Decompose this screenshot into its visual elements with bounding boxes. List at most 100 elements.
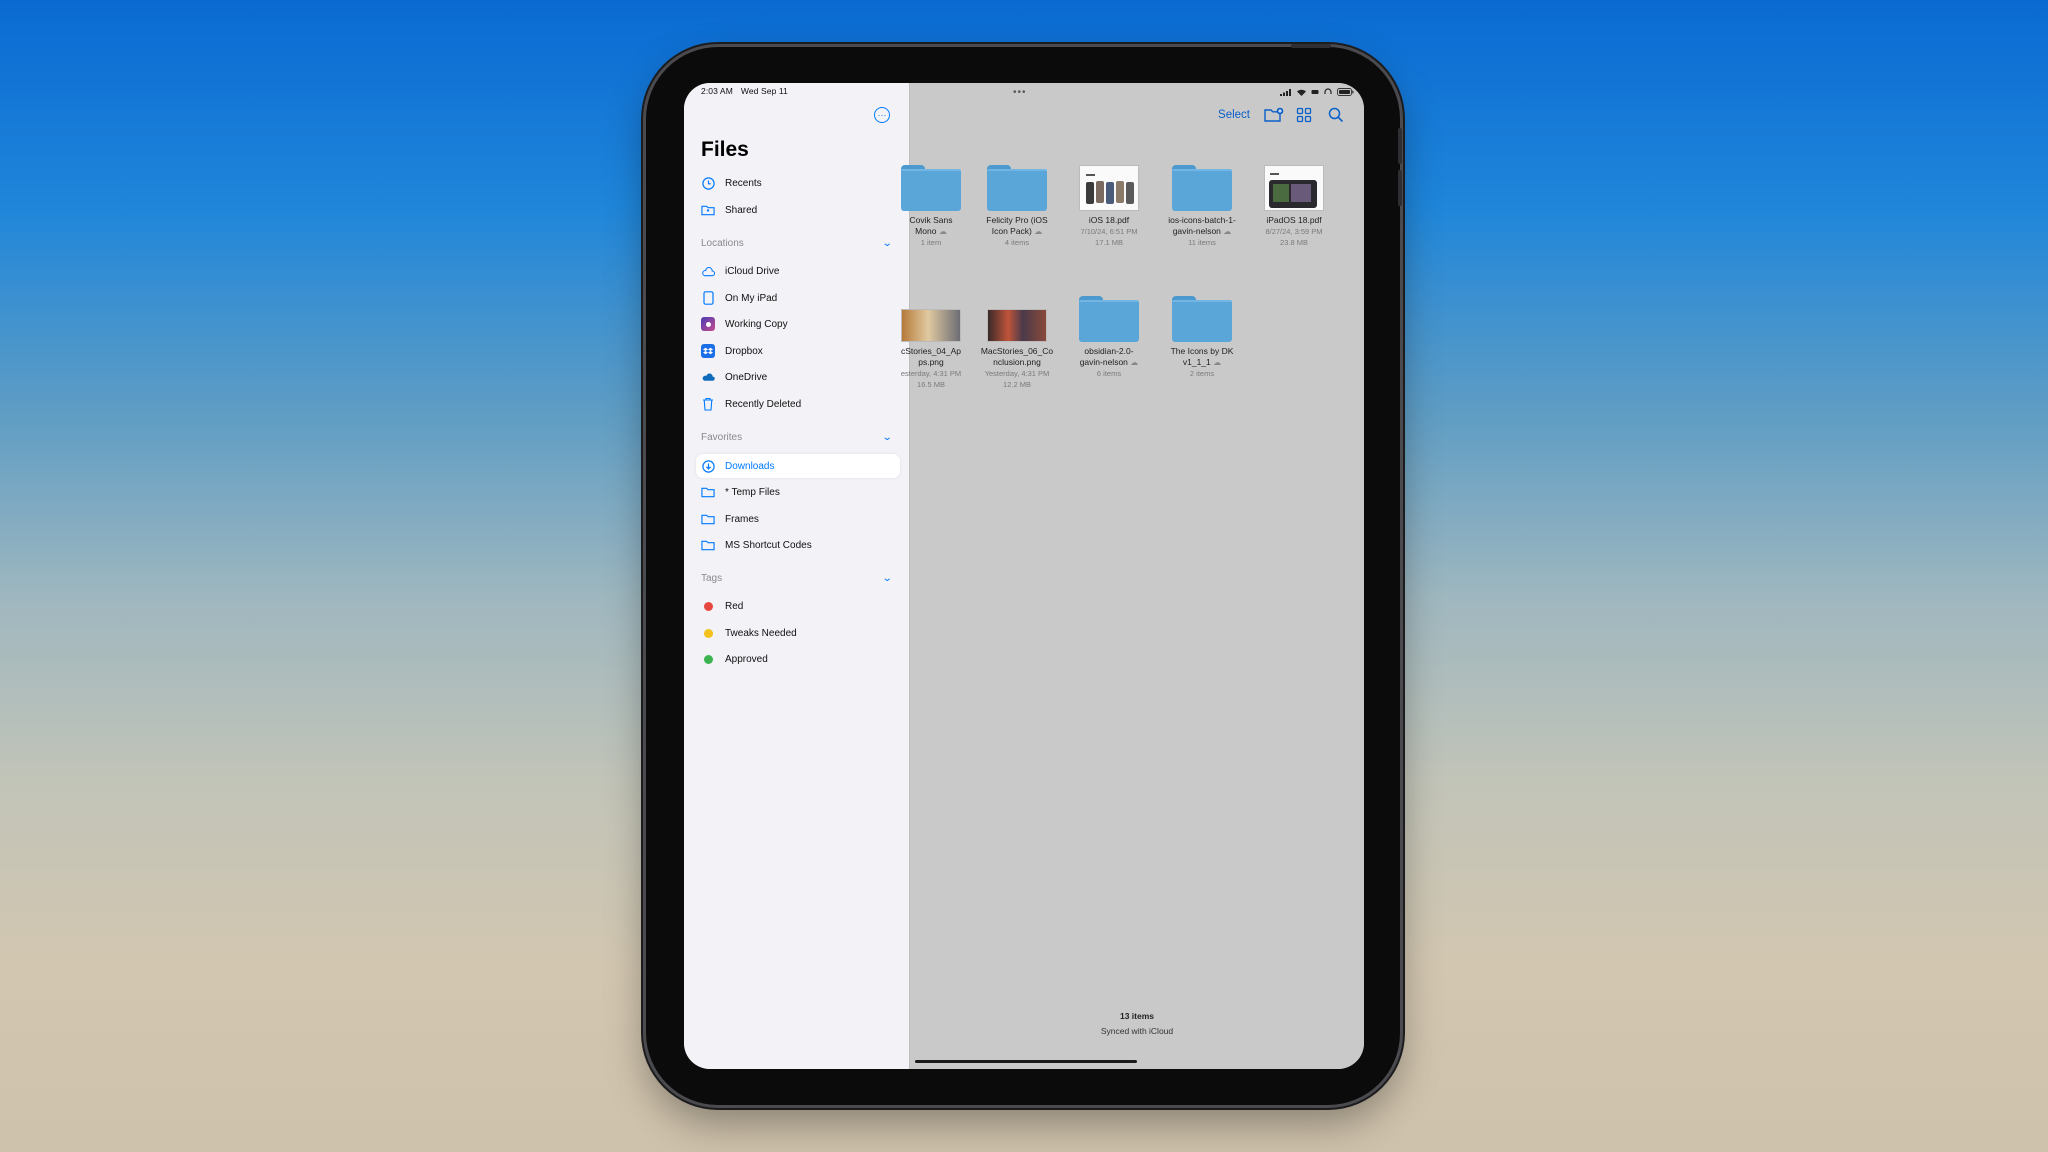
item-meta: 7/10/24, 6:51 PM bbox=[1080, 227, 1138, 236]
item-name-line: Mono bbox=[915, 226, 937, 236]
grid-item-macstories-06-conclusion[interactable]: MacStories_06_Co nclusion.png Yesterday, … bbox=[976, 296, 1058, 390]
grid-view-icon[interactable] bbox=[1296, 107, 1314, 123]
sidebar-item-tag-approved[interactable]: Approved bbox=[701, 648, 896, 670]
headphones-icon bbox=[1324, 88, 1332, 94]
cloud-icon bbox=[701, 264, 715, 278]
sidebar-item-frames[interactable]: Frames bbox=[701, 508, 896, 530]
item-name: Felicity Pro (iOS Icon Pack) ☁ bbox=[976, 215, 1058, 237]
cloud-download-icon: ☁ bbox=[1130, 358, 1139, 367]
sidebar-item-tag-tweaks-needed[interactable]: Tweaks Needed bbox=[701, 622, 896, 644]
sidebar-item-label: iCloud Drive bbox=[725, 265, 780, 277]
tag-dot-container bbox=[701, 599, 715, 613]
sidebar-item-shared[interactable]: Shared bbox=[701, 199, 896, 221]
item-name: iPadOS 18.pdf bbox=[1266, 215, 1322, 225]
item-meta: 11 items bbox=[1188, 238, 1216, 247]
item-name-line: obsidian-2.0- bbox=[1084, 346, 1134, 356]
item-name-line: nclusion.png bbox=[993, 357, 1041, 367]
folder-icon bbox=[701, 485, 715, 499]
search-icon[interactable] bbox=[1328, 107, 1346, 123]
grid-item-obsidian[interactable]: obsidian-2.0- gavin-nelson ☁ 6 items bbox=[1068, 296, 1150, 379]
more-options-button[interactable]: ··· bbox=[874, 107, 890, 123]
sidebar-item-label: On My iPad bbox=[725, 292, 778, 304]
grid-item-covik-sans-mono[interactable]: Covik Sans Mono ☁ 1 item bbox=[890, 165, 972, 248]
item-name-line: Felicity Pro (iOS bbox=[986, 215, 1048, 225]
yellow-tag-icon bbox=[703, 628, 713, 638]
grid-item-ipados-18-pdf[interactable]: iPadOS 18.pdf 8/27/24, 3:59 PM 23.8 MB bbox=[1253, 165, 1335, 248]
sidebar-item-onedrive[interactable]: OneDrive bbox=[701, 366, 896, 388]
sidebar-item-icloud-drive[interactable]: iCloud Drive bbox=[701, 260, 896, 282]
item-name: Covik Sans Mono ☁ bbox=[890, 215, 972, 237]
grid-item-the-icons-by-dk[interactable]: The Icons by DK v1_1_1 ☁ 2 items bbox=[1161, 296, 1243, 379]
sidebar-item-on-my-ipad[interactable]: On My iPad bbox=[701, 287, 896, 309]
sidebar-item-label: MS Shortcut Codes bbox=[725, 539, 812, 551]
item-count: 13 items bbox=[1119, 1011, 1155, 1021]
sidebar-item-label: Approved bbox=[725, 653, 768, 665]
tag-dot-container bbox=[701, 652, 715, 666]
item-name-line: Covik Sans bbox=[909, 215, 953, 225]
sidebar-item-recently-deleted[interactable]: Recently Deleted bbox=[701, 393, 896, 415]
status-date: Wed Sep 11 bbox=[740, 86, 788, 96]
sidebar-item-label: * Temp Files bbox=[725, 486, 780, 498]
grid-item-macstories-04-apps[interactable]: cStories_04_Ap ps.png esterday, 4:31 PM 1… bbox=[890, 296, 972, 390]
download-icon bbox=[701, 459, 715, 473]
item-meta: esterday, 4:31 PM bbox=[900, 369, 962, 378]
sidebar: 2:03 AM Wed Sep 11 ··· Files Recents Shar… bbox=[684, 83, 910, 1069]
sidebar-item-working-copy[interactable]: Working Copy bbox=[701, 313, 896, 335]
item-name-line: gavin-nelson bbox=[1172, 226, 1221, 236]
folder-icon bbox=[1172, 165, 1232, 211]
shared-folder-icon bbox=[701, 203, 715, 217]
status-bar-right bbox=[1280, 88, 1354, 96]
folder-footer: 13 items Synced with iCloud bbox=[910, 1011, 1364, 1036]
sidebar-item-label: Tweaks Needed bbox=[725, 627, 797, 639]
folder-icon bbox=[701, 538, 715, 552]
item-meta: Yesterday, 4:31 PM bbox=[984, 369, 1050, 378]
select-button[interactable]: Select bbox=[1218, 109, 1250, 121]
onedrive-icon bbox=[701, 370, 715, 384]
item-name-line: MacStories_06_Co bbox=[980, 346, 1054, 356]
item-name: The Icons by DK v1_1_1 ☁ bbox=[1161, 346, 1243, 368]
item-meta: 8/27/24, 3:59 PM bbox=[1265, 227, 1323, 236]
grid-item-felicity-pro[interactable]: Felicity Pro (iOS Icon Pack) ☁ 4 items bbox=[976, 165, 1058, 248]
grid-item-ios-18-pdf[interactable]: iOS 18.pdf 7/10/24, 6:51 PM 17.1 MB bbox=[1068, 165, 1150, 248]
image-thumbnail bbox=[901, 309, 961, 342]
cloud-download-icon: ☁ bbox=[1034, 227, 1043, 236]
pdf-thumbnail bbox=[1264, 165, 1324, 211]
sidebar-item-tag-red[interactable]: Red bbox=[701, 595, 896, 617]
item-size: 23.8 MB bbox=[1280, 238, 1308, 247]
multitasking-handle[interactable]: ••• bbox=[1013, 87, 1027, 98]
item-name-line: cStories_04_Ap bbox=[900, 346, 961, 356]
item-name: MacStories_06_Co nclusion.png bbox=[976, 346, 1058, 368]
new-folder-icon[interactable] bbox=[1264, 107, 1284, 123]
wifi-icon bbox=[1297, 89, 1306, 96]
item-size: 17.1 MB bbox=[1095, 238, 1123, 247]
sidebar-item-temp-files[interactable]: * Temp Files bbox=[701, 481, 896, 503]
section-label: Tags bbox=[701, 573, 723, 584]
grid-item-ios-icons-batch[interactable]: ios-icons-batch-1- gavin-nelson ☁ 11 item… bbox=[1161, 165, 1243, 248]
locations-header[interactable]: Locations ⌄ bbox=[701, 238, 892, 249]
sidebar-item-dropbox[interactable]: Dropbox bbox=[701, 340, 896, 362]
item-meta: 6 items bbox=[1096, 369, 1122, 378]
volume-button bbox=[1398, 170, 1402, 206]
volume-button bbox=[1398, 128, 1402, 164]
item-size: 12.2 MB bbox=[1003, 380, 1031, 389]
status-bar-left: 2:03 AM Wed Sep 11 bbox=[701, 86, 796, 96]
tags-header[interactable]: Tags ⌄ bbox=[701, 573, 893, 584]
item-name-line: gavin-nelson bbox=[1079, 357, 1128, 367]
chevron-down-icon: ⌄ bbox=[881, 573, 893, 584]
section-label: Locations bbox=[701, 238, 744, 249]
home-indicator[interactable] bbox=[915, 1060, 1137, 1063]
clock-icon bbox=[701, 176, 715, 190]
sidebar-item-recents[interactable]: Recents bbox=[701, 172, 896, 194]
sidebar-item-label: Frames bbox=[725, 513, 759, 525]
favorites-header[interactable]: Favorites ⌄ bbox=[701, 432, 893, 443]
item-name: iOS 18.pdf bbox=[1088, 215, 1130, 225]
pdf-thumbnail bbox=[1079, 165, 1139, 211]
tag-dot-container bbox=[701, 626, 715, 640]
image-thumbnail bbox=[987, 309, 1047, 342]
sidebar-item-ms-shortcut-codes[interactable]: MS Shortcut Codes bbox=[701, 534, 896, 556]
sidebar-item-downloads[interactable]: Downloads bbox=[696, 454, 900, 478]
item-size: 16.5 MB bbox=[917, 380, 945, 389]
battery-icon bbox=[1337, 88, 1354, 96]
ipad-screen: 2:03 AM Wed Sep 11 ··· Files Recents Shar… bbox=[684, 83, 1364, 1069]
chevron-down-icon: ⌄ bbox=[881, 432, 893, 443]
